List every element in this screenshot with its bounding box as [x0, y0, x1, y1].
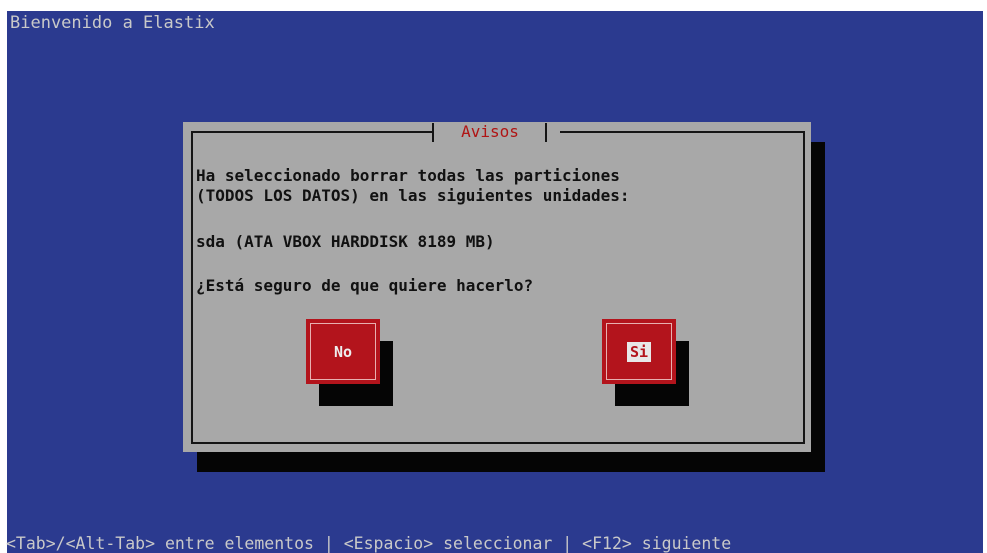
screen-title: Bienvenido a Elastix	[10, 13, 215, 33]
title-tee-right	[545, 123, 547, 142]
help-bar: <Tab>/<Alt-Tab> entre elementos | <Espac…	[6, 534, 732, 553]
dialog-title: Avisos	[461, 122, 519, 141]
message-line-2: (TODOS LOS DATOS) en las siguientes unid…	[196, 186, 630, 205]
yes-button[interactable]: Si	[602, 319, 676, 384]
yes-button-label: Si	[626, 341, 652, 362]
no-button-border: No	[310, 323, 376, 380]
warning-dialog: Avisos Ha seleccionado borrar todas las …	[183, 122, 811, 452]
dialog-frame-top-left	[191, 131, 432, 133]
no-button[interactable]: No	[306, 319, 380, 384]
title-tee-left	[432, 123, 434, 142]
yes-button-border: Si	[606, 323, 672, 380]
no-button-label: No	[333, 342, 353, 361]
dialog-frame-top-right	[560, 131, 805, 133]
confirm-question: ¿Está seguro de que quiere hacerlo?	[196, 276, 534, 295]
message-line-1: Ha seleccionado borrar todas las partici…	[196, 166, 620, 185]
drive-info: sda (ATA VBOX HARDDISK 8189 MB)	[196, 232, 495, 251]
screen: Bienvenido a Elastix Avisos Ha seleccion…	[0, 0, 987, 553]
